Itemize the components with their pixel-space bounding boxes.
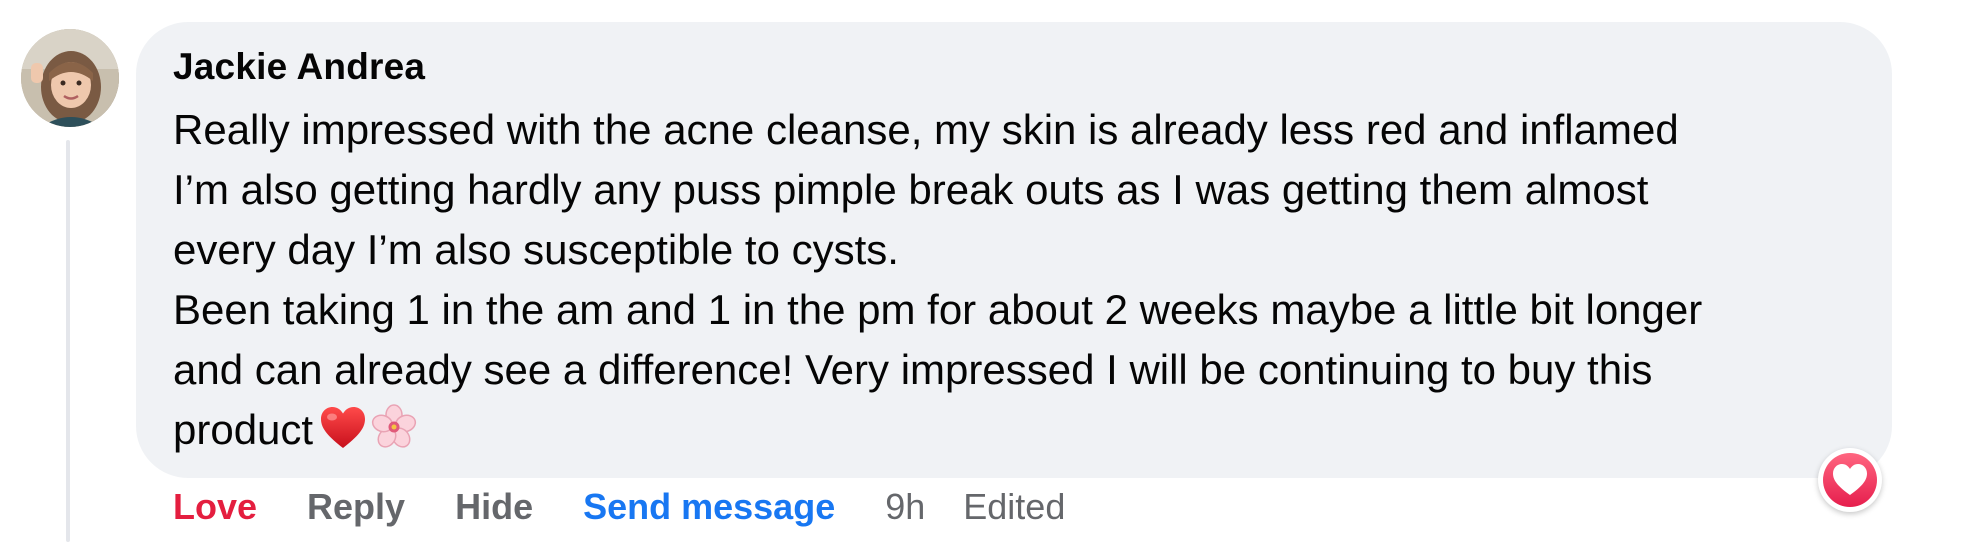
- timestamp[interactable]: 9h: [885, 486, 925, 528]
- comment-thread: Jackie Andrea Really impressed with the …: [0, 0, 1972, 542]
- red-heart-emoji-icon: [319, 406, 367, 466]
- comment-line: Really impressed with the acne cleanse, …: [173, 106, 1679, 153]
- thread-line: [66, 140, 70, 542]
- comment-line: and can already see a difference! Very i…: [173, 346, 1653, 393]
- hide-button[interactable]: Hide: [455, 486, 533, 528]
- comment-text: Really impressed with the acne cleanse, …: [173, 100, 1873, 466]
- send-message-button[interactable]: Send message: [583, 486, 835, 528]
- love-button[interactable]: Love: [173, 486, 257, 528]
- comment-line: product: [173, 406, 314, 453]
- heart-icon: [1833, 464, 1867, 495]
- comment-line: I’m also getting hardly any puss pimple …: [173, 166, 1649, 213]
- comment-last-line: product: [173, 400, 1873, 466]
- comment-line: every day I’m also susceptible to cysts.: [173, 226, 899, 273]
- cherry-blossom-emoji-icon: [371, 404, 417, 466]
- comment-author[interactable]: Jackie Andrea: [173, 46, 425, 88]
- reply-button[interactable]: Reply: [307, 486, 405, 528]
- avatar[interactable]: [21, 29, 119, 127]
- love-reaction-badge[interactable]: [1818, 448, 1882, 512]
- comment-line: Been taking 1 in the am and 1 in the pm …: [173, 286, 1703, 333]
- edited-label[interactable]: Edited: [963, 486, 1065, 528]
- comment-actions: Love Reply Hide Send message 9h Edited: [173, 480, 1065, 534]
